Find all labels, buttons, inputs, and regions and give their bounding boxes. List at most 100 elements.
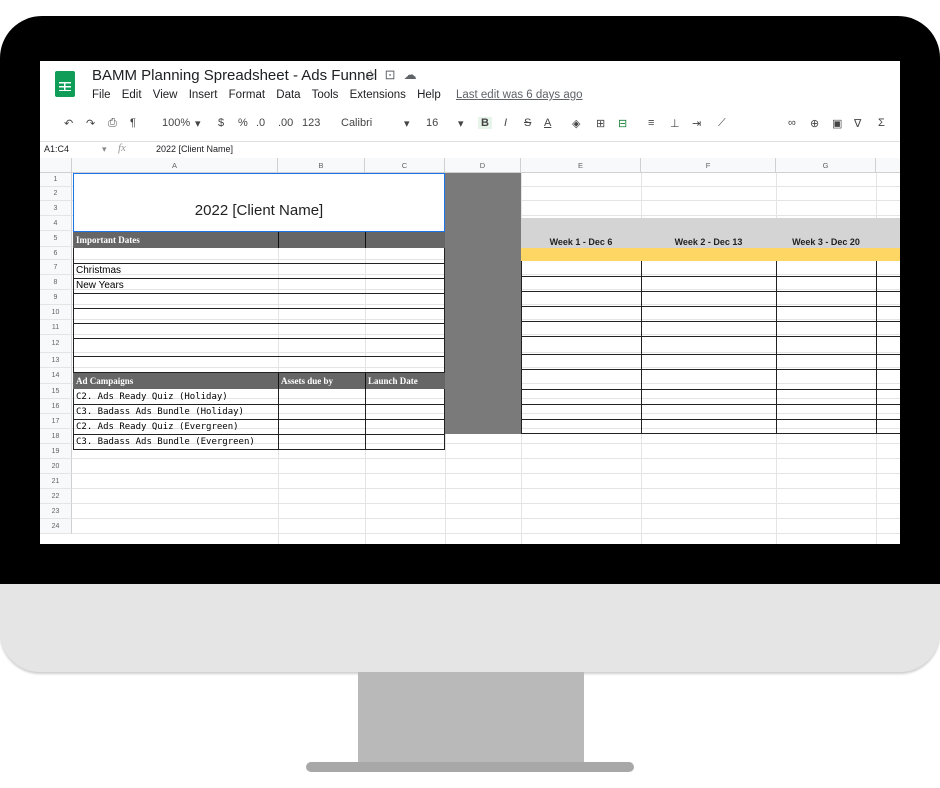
decimal-increase-button[interactable]: .00 [278,117,293,129]
date-line [73,323,445,324]
row-header[interactable]: 4 [40,216,72,231]
text-color-button[interactable]: A [544,117,551,129]
name-box-dropdown-icon[interactable]: ▾ [102,144,107,155]
sheets-logo-icon[interactable] [55,71,75,97]
row-header[interactable]: 11 [40,320,72,335]
row-header[interactable]: 13 [40,353,72,368]
row-header[interactable]: 14 [40,368,72,384]
week-line [521,419,900,420]
assets-due-header: Assets due by [281,376,334,386]
toolbar: ↶ ↷ ⎙ ¶ 100% ▾ $ % .0 .00 123 Calibri ▾ … [40,111,900,137]
week-yellow-row[interactable] [521,248,900,261]
select-all-corner[interactable] [40,158,72,173]
row-header[interactable]: 12 [40,335,72,353]
decimal-decrease-button[interactable]: .0 [256,117,265,129]
row-header[interactable]: 3 [40,201,72,216]
number-format-select[interactable]: 123 [302,117,320,129]
align-horizontal-icon[interactable]: ≡ [648,117,654,129]
menu-tools[interactable]: Tools [312,89,339,101]
row-header[interactable]: 10 [40,305,72,320]
merge-cells-icon[interactable]: ⊟ [618,117,627,130]
text-rotate-icon[interactable]: ⟋ [718,117,726,130]
menu-insert[interactable]: Insert [189,89,218,101]
move-icon[interactable]: ⊡ [385,67,404,82]
menu-extensions[interactable]: Extensions [350,89,406,101]
name-box[interactable]: A1:C4 [44,144,69,154]
row-header[interactable]: 8 [40,275,72,290]
cloud-icon[interactable]: ☁ [404,67,425,82]
percent-button[interactable]: % [238,117,248,129]
currency-button[interactable]: $ [218,117,224,129]
undo-icon[interactable]: ↶ [64,117,73,130]
text-wrap-icon[interactable]: ⇥ [692,117,701,130]
doc-title[interactable]: BAMM Planning Spreadsheet - Ads Funnel [92,67,377,84]
week-divider [876,261,877,434]
strikethrough-button[interactable]: S [524,117,531,129]
menu-help[interactable]: Help [417,89,441,101]
week-line [521,306,900,307]
row-header[interactable]: 2 [40,187,72,201]
filter-icon[interactable]: ∇ [854,117,861,130]
font-dropdown-icon[interactable]: ▾ [404,117,410,130]
menu-format[interactable]: Format [229,89,265,101]
row-header[interactable]: 6 [40,247,72,260]
row-header[interactable]: 18 [40,429,72,444]
link-icon[interactable]: ∞ [788,117,796,129]
column-header-e[interactable]: E [521,158,641,173]
functions-icon[interactable]: Σ [878,117,885,129]
bold-button[interactable]: B [478,117,492,129]
column-header-g[interactable]: G [776,158,876,173]
chart-icon[interactable]: ▣ [832,117,842,130]
align-vertical-icon[interactable]: ⊥ [670,117,680,130]
week-line [521,291,900,292]
row-header[interactable]: 1 [40,173,72,187]
menu-view[interactable]: View [153,89,178,101]
borders-icon[interactable]: ⊞ [596,117,605,130]
row-header[interactable]: 23 [40,504,72,519]
row-header[interactable]: 9 [40,290,72,305]
formula-input[interactable]: 2022 [Client Name] [156,144,233,154]
week-grid-box[interactable] [521,261,900,434]
menu-file[interactable]: File [92,89,111,101]
fill-color-icon[interactable]: ◈ [572,117,580,130]
column-header-d[interactable]: D [445,158,521,173]
row-header[interactable]: 17 [40,414,72,429]
zoom-dropdown-icon[interactable]: ▾ [195,117,201,130]
paint-format-icon[interactable]: ¶ [130,117,136,129]
column-header-h[interactable] [876,158,900,173]
column-header-f[interactable]: F [641,158,776,173]
row-header[interactable]: 19 [40,444,72,459]
row-header[interactable]: 21 [40,474,72,489]
row-header[interactable]: 24 [40,519,72,534]
row-header[interactable]: 15 [40,384,72,399]
menu-edit[interactable]: Edit [122,89,142,101]
row-header[interactable]: 16 [40,399,72,414]
font-size-dropdown-icon[interactable]: ▾ [458,117,464,130]
last-edit-link[interactable]: Last edit was 6 days ago [456,89,583,101]
week-divider [776,261,777,434]
date-christmas: Christmas [76,265,122,276]
zoom-select[interactable]: 100% [162,117,190,129]
grid-line [72,518,900,519]
redo-icon[interactable]: ↷ [86,117,95,130]
italic-button[interactable]: I [504,117,507,129]
star-icon[interactable]: ☆ [365,67,385,82]
grid-line [72,473,900,474]
font-select[interactable]: Calibri [341,117,372,129]
row-header[interactable]: 22 [40,489,72,504]
important-dates-box[interactable] [73,248,445,373]
column-header-a[interactable]: A [72,158,278,173]
menu-data[interactable]: Data [276,89,300,101]
sheet-grid[interactable]: A B C D E F G 1 2 3 4 5 6 7 8 9 10 11 12 13 14 15 16 17 1… [40,158,900,544]
row-header[interactable]: 5 [40,231,72,247]
week-2-header: Week 2 - Dec 13 [674,237,743,247]
campaign-item: C3. Badass Ads Bundle (Holiday) [76,407,244,417]
comment-icon[interactable]: ⊕ [810,117,819,130]
print-icon[interactable]: ⎙ [108,117,117,130]
font-size-input[interactable]: 16 [426,117,438,129]
row-header[interactable]: 20 [40,459,72,474]
column-header-c[interactable]: C [365,158,445,173]
column-d-block[interactable] [445,173,521,434]
column-header-b[interactable]: B [278,158,365,173]
row-header[interactable]: 7 [40,260,72,275]
